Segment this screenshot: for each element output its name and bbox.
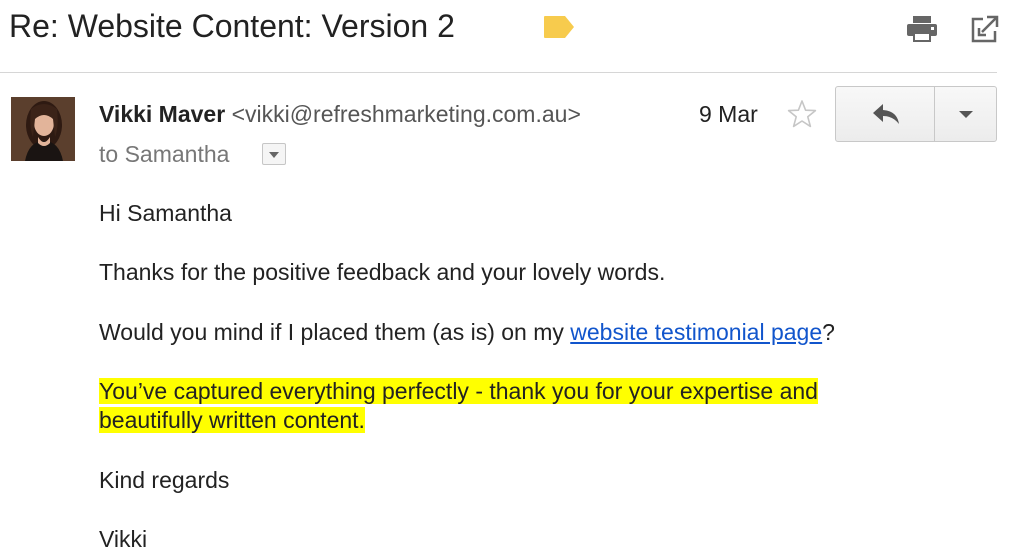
thread-header: Re: Website Content: Version 2 — [0, 0, 1030, 72]
reply-icon — [873, 104, 899, 124]
header-divider — [0, 72, 997, 73]
chevron-down-icon — [959, 111, 973, 118]
show-details-button[interactable] — [262, 143, 286, 165]
sender-name[interactable]: Vikki Maver — [99, 101, 225, 127]
more-actions-button[interactable] — [935, 87, 996, 141]
email-subject: Re: Website Content: Version 2 — [9, 8, 455, 44]
body-signature: Vikki — [99, 526, 148, 552]
email-view: Re: Website Content: Version 2 Vikki Mav… — [0, 0, 1030, 555]
star-icon[interactable] — [786, 98, 818, 130]
body-signoff: Kind regards — [99, 467, 230, 493]
sender-line: Vikki Maver <vikki@refreshmarketing.com.… — [99, 100, 581, 128]
paragraph-text: ? — [822, 319, 835, 345]
label-tag-icon[interactable] — [543, 15, 575, 39]
chevron-down-icon — [269, 152, 279, 158]
highlighted-text: beautifully written content. — [99, 407, 365, 433]
reply-button-group — [835, 86, 997, 142]
recipient-line: to Samantha — [99, 141, 230, 167]
sender-email[interactable]: <vikki@refreshmarketing.com.au> — [232, 101, 581, 127]
body-paragraph: Would you mind if I placed them (as is) … — [99, 318, 835, 347]
message-date: 9 Mar — [699, 101, 758, 127]
highlighted-text: You’ve captured everything perfectly - t… — [99, 378, 818, 404]
body-paragraph: Thanks for the positive feedback and you… — [99, 259, 666, 285]
testimonial-page-link[interactable]: website testimonial page — [570, 319, 822, 345]
paragraph-text: Would you mind if I placed them (as is) … — [99, 319, 571, 345]
highlighted-paragraph: You’ve captured everything perfectly - t… — [99, 377, 818, 435]
open-in-new-window-icon[interactable] — [970, 14, 1000, 44]
sender-avatar[interactable] — [11, 97, 75, 161]
print-icon[interactable] — [905, 14, 939, 44]
body-greeting: Hi Samantha — [99, 200, 232, 226]
reply-button[interactable] — [836, 87, 934, 141]
